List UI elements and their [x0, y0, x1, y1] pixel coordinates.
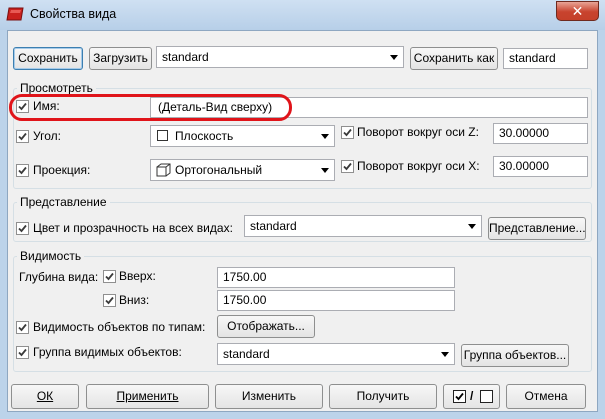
rotate-z-input[interactable]: 30.00000	[493, 123, 588, 144]
up-label: Вверх:	[119, 269, 156, 283]
ok-button-label: ОК	[36, 389, 54, 403]
object-group-checkbox[interactable]	[16, 346, 29, 359]
rotate-x-label: Поворот вокруг оси X:	[357, 159, 480, 173]
angle-label: Угол:	[33, 129, 61, 143]
projection-select[interactable]: Ортогональный	[150, 159, 335, 181]
object-group-select[interactable]: standard	[217, 343, 455, 365]
color-select[interactable]: standard	[244, 215, 482, 237]
visibility-group-title: Видимость	[17, 249, 85, 263]
cube-icon	[156, 163, 171, 183]
apply-button[interactable]: Применить	[86, 384, 209, 409]
angle-select[interactable]: Плоскость	[150, 125, 335, 147]
down-input[interactable]: 1750.00	[217, 290, 455, 311]
down-label: Вниз:	[119, 293, 150, 307]
color-label: Цвет и прозрачность на всех видах:	[33, 221, 233, 235]
chevron-down-icon	[321, 134, 329, 139]
rotate-z-checkbox[interactable]	[341, 126, 354, 139]
view-group-title: Просмотреть	[17, 81, 96, 95]
ok-button[interactable]: ОК	[11, 384, 79, 409]
modify-button-label: Изменить	[241, 389, 297, 403]
types-checkbox[interactable]	[16, 321, 29, 334]
projection-checkbox[interactable]	[16, 164, 29, 177]
object-group-label: Группа видимых объектов:	[33, 345, 182, 359]
modify-button[interactable]: Изменить	[215, 384, 323, 409]
save-button[interactable]: Сохранить	[13, 47, 83, 70]
toggle-all-button[interactable]: /	[443, 384, 500, 409]
toggle-separator: /	[470, 389, 474, 403]
cancel-button[interactable]: Отмена	[506, 384, 586, 409]
projection-select-value: Ортогональный	[175, 163, 263, 177]
chevron-down-icon	[390, 55, 398, 60]
angle-select-value: Плоскость	[175, 129, 234, 143]
representation-button[interactable]: Представление...	[488, 217, 586, 240]
rotate-x-checkbox[interactable]	[341, 160, 354, 173]
get-button-label: Получить	[356, 389, 410, 403]
types-label: Видимость объектов по типам:	[33, 320, 206, 334]
apply-button-label: Применить	[116, 389, 179, 403]
rotate-z-label: Поворот вокруг оси Z:	[357, 125, 479, 139]
chevron-down-icon	[468, 224, 476, 229]
unchecked-box-icon	[480, 390, 493, 403]
highlight-outline	[9, 94, 292, 121]
angle-checkbox[interactable]	[16, 130, 29, 143]
up-checkbox[interactable]	[103, 270, 116, 283]
object-group-button[interactable]: Группа объектов...	[461, 344, 569, 367]
representation-group-title: Представление	[17, 195, 110, 209]
plane-icon	[157, 130, 168, 141]
rotate-x-input[interactable]: 30.00000	[493, 156, 588, 177]
close-button[interactable]: ✕	[556, 1, 599, 21]
projection-label: Проекция:	[33, 163, 91, 177]
color-select-value: standard	[250, 219, 297, 233]
get-button[interactable]: Получить	[329, 384, 437, 409]
object-group-select-value: standard	[223, 347, 270, 361]
up-input[interactable]: 1750.00	[217, 267, 455, 288]
checked-box-icon	[453, 390, 466, 403]
save-as-button[interactable]: Сохранить как	[410, 47, 498, 70]
chevron-down-icon	[321, 168, 329, 173]
load-button[interactable]: Загрузить	[89, 47, 152, 70]
preset-select-value: standard	[162, 50, 209, 64]
save-as-name-input[interactable]: standard	[503, 48, 588, 69]
preset-select[interactable]: standard	[156, 46, 404, 68]
down-checkbox[interactable]	[103, 294, 116, 307]
chevron-down-icon	[441, 352, 449, 357]
depth-label: Глубина вида:	[19, 270, 99, 284]
color-checkbox[interactable]	[16, 222, 29, 235]
window-title: Свойства вида	[30, 7, 117, 21]
display-button[interactable]: Отображать...	[217, 315, 315, 338]
app-icon	[6, 7, 24, 21]
